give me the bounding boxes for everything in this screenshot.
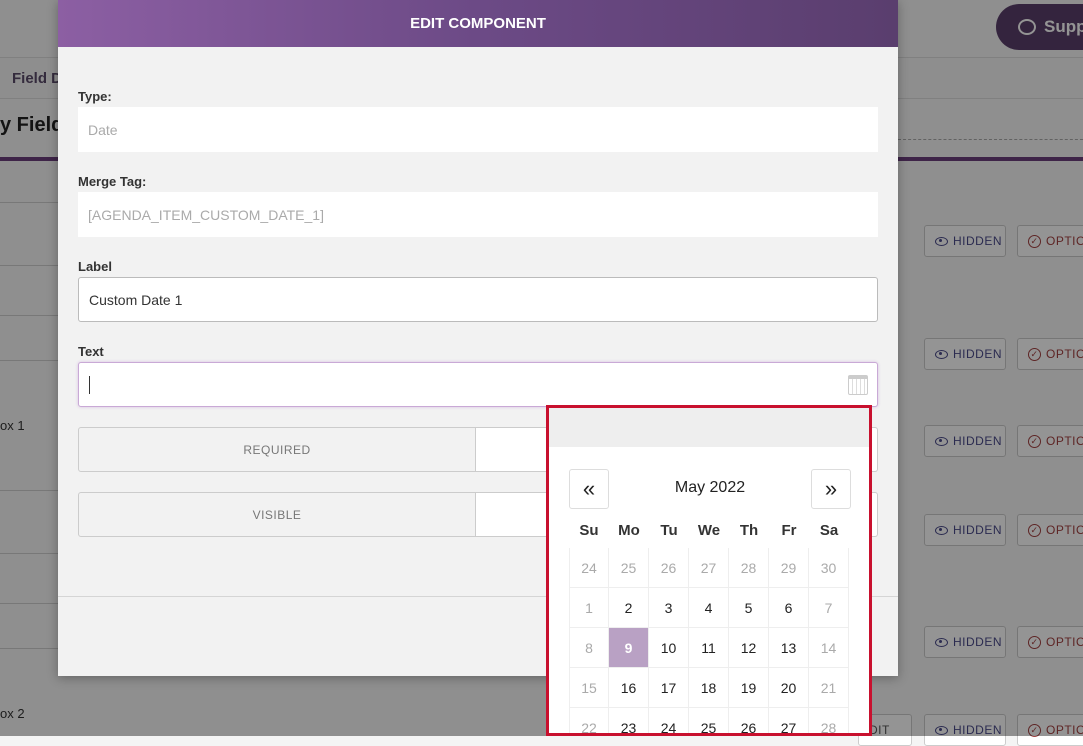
date-text-input[interactable]: [78, 362, 878, 407]
month-year-label[interactable]: May 2022: [609, 479, 811, 497]
double-chevron-left-icon: «: [582, 476, 596, 501]
date-picker-nav: « May 2022 »: [569, 469, 851, 509]
weekday-header: Fr: [781, 521, 797, 539]
calendar-day[interactable]: 21: [809, 668, 849, 708]
label-input-value: Custom Date 1: [89, 291, 183, 308]
calendar-week-row: 15 16 17 18 19 20 21: [569, 668, 851, 708]
type-value: Date: [88, 121, 118, 138]
calendar-week-row: 24 25 26 27 28 29 30: [569, 548, 851, 588]
calendar-day[interactable]: 16: [609, 668, 649, 708]
calendar-week-row: 22 23 24 25 26 27 28: [569, 708, 851, 733]
calendar-day[interactable]: 8: [569, 628, 609, 668]
calendar-day[interactable]: 5: [729, 588, 769, 628]
label-field-label: Label: [78, 259, 112, 274]
type-field: Date: [78, 107, 878, 152]
required-label: REQUIRED: [243, 442, 311, 457]
calendar-day[interactable]: 26: [729, 708, 769, 733]
calendar-day[interactable]: 2: [609, 588, 649, 628]
calendar-day[interactable]: 25: [689, 708, 729, 733]
weekday-header: We: [697, 521, 721, 539]
text-caret: [89, 375, 90, 394]
next-month-button[interactable]: »: [811, 469, 851, 509]
calendar-day[interactable]: 10: [649, 628, 689, 668]
weekday-header: Tu: [660, 521, 678, 539]
calendar-day[interactable]: 20: [769, 668, 809, 708]
type-label: Type:: [78, 89, 112, 104]
calendar-day[interactable]: 27: [769, 708, 809, 733]
calendar-icon[interactable]: [848, 375, 868, 395]
text-field-label: Text: [78, 344, 104, 359]
required-option[interactable]: REQUIRED: [78, 427, 476, 472]
calendar-day[interactable]: 24: [569, 548, 609, 588]
label-input[interactable]: Custom Date 1: [78, 277, 878, 322]
prev-month-button[interactable]: «: [569, 469, 609, 509]
calendar-day[interactable]: 13: [769, 628, 809, 668]
calendar-week-row: 8 9 10 11 12 13 14: [569, 628, 851, 668]
double-chevron-right-icon: »: [824, 476, 838, 501]
visible-option[interactable]: VISIBLE: [78, 492, 476, 537]
calendar-day[interactable]: 23: [609, 708, 649, 733]
merge-tag-value: [AGENDA_ITEM_CUSTOM_DATE_1]: [88, 206, 324, 223]
calendar-day[interactable]: 4: [689, 588, 729, 628]
weekday-header: Th: [739, 521, 759, 539]
calendar-day[interactable]: 19: [729, 668, 769, 708]
calendar-day[interactable]: 24: [649, 708, 689, 733]
weekday-header: Sa: [819, 521, 839, 539]
calendar-day[interactable]: 6: [769, 588, 809, 628]
calendar-day[interactable]: 17: [649, 668, 689, 708]
visible-label: VISIBLE: [252, 507, 302, 522]
calendar-day[interactable]: 1: [569, 588, 609, 628]
merge-tag-label: Merge Tag:: [78, 174, 147, 189]
calendar-day[interactable]: 29: [769, 548, 809, 588]
modal-header: EDIT COMPONENT: [58, 0, 898, 47]
date-picker-popup: « May 2022 » Su Mo Tu We Th Fr Sa 24 25 26…: [546, 405, 872, 736]
weekday-header: Mo: [618, 521, 640, 539]
weekday-header: Su: [579, 521, 599, 539]
calendar-day[interactable]: 18: [689, 668, 729, 708]
calendar-grid: Su Mo Tu We Th Fr Sa 24 25 26 27 28 29 30 1 2 3 4 5…: [569, 512, 851, 733]
date-picker-header-bar: [549, 408, 869, 447]
calendar-week-row: 1234567: [569, 588, 851, 628]
calendar-day[interactable]: 22: [569, 708, 609, 733]
calendar-day[interactable]: 30: [809, 548, 849, 588]
calendar-day[interactable]: 11: [689, 628, 729, 668]
calendar-day[interactable]: 26: [649, 548, 689, 588]
calendar-day[interactable]: 7: [809, 588, 849, 628]
calendar-day-selected[interactable]: 9: [609, 628, 649, 668]
modal-title: EDIT COMPONENT: [410, 15, 546, 32]
calendar-day[interactable]: 15: [569, 668, 609, 708]
calendar-day[interactable]: 28: [809, 708, 849, 733]
calendar-day[interactable]: 14: [809, 628, 849, 668]
calendar-day[interactable]: 12: [729, 628, 769, 668]
calendar-day[interactable]: 28: [729, 548, 769, 588]
weekday-header-row: Su Mo Tu We Th Fr Sa: [569, 512, 851, 548]
calendar-day[interactable]: 27: [689, 548, 729, 588]
calendar-day[interactable]: 25: [609, 548, 649, 588]
merge-tag-field: [AGENDA_ITEM_CUSTOM_DATE_1]: [78, 192, 878, 237]
calendar-day[interactable]: 3: [649, 588, 689, 628]
